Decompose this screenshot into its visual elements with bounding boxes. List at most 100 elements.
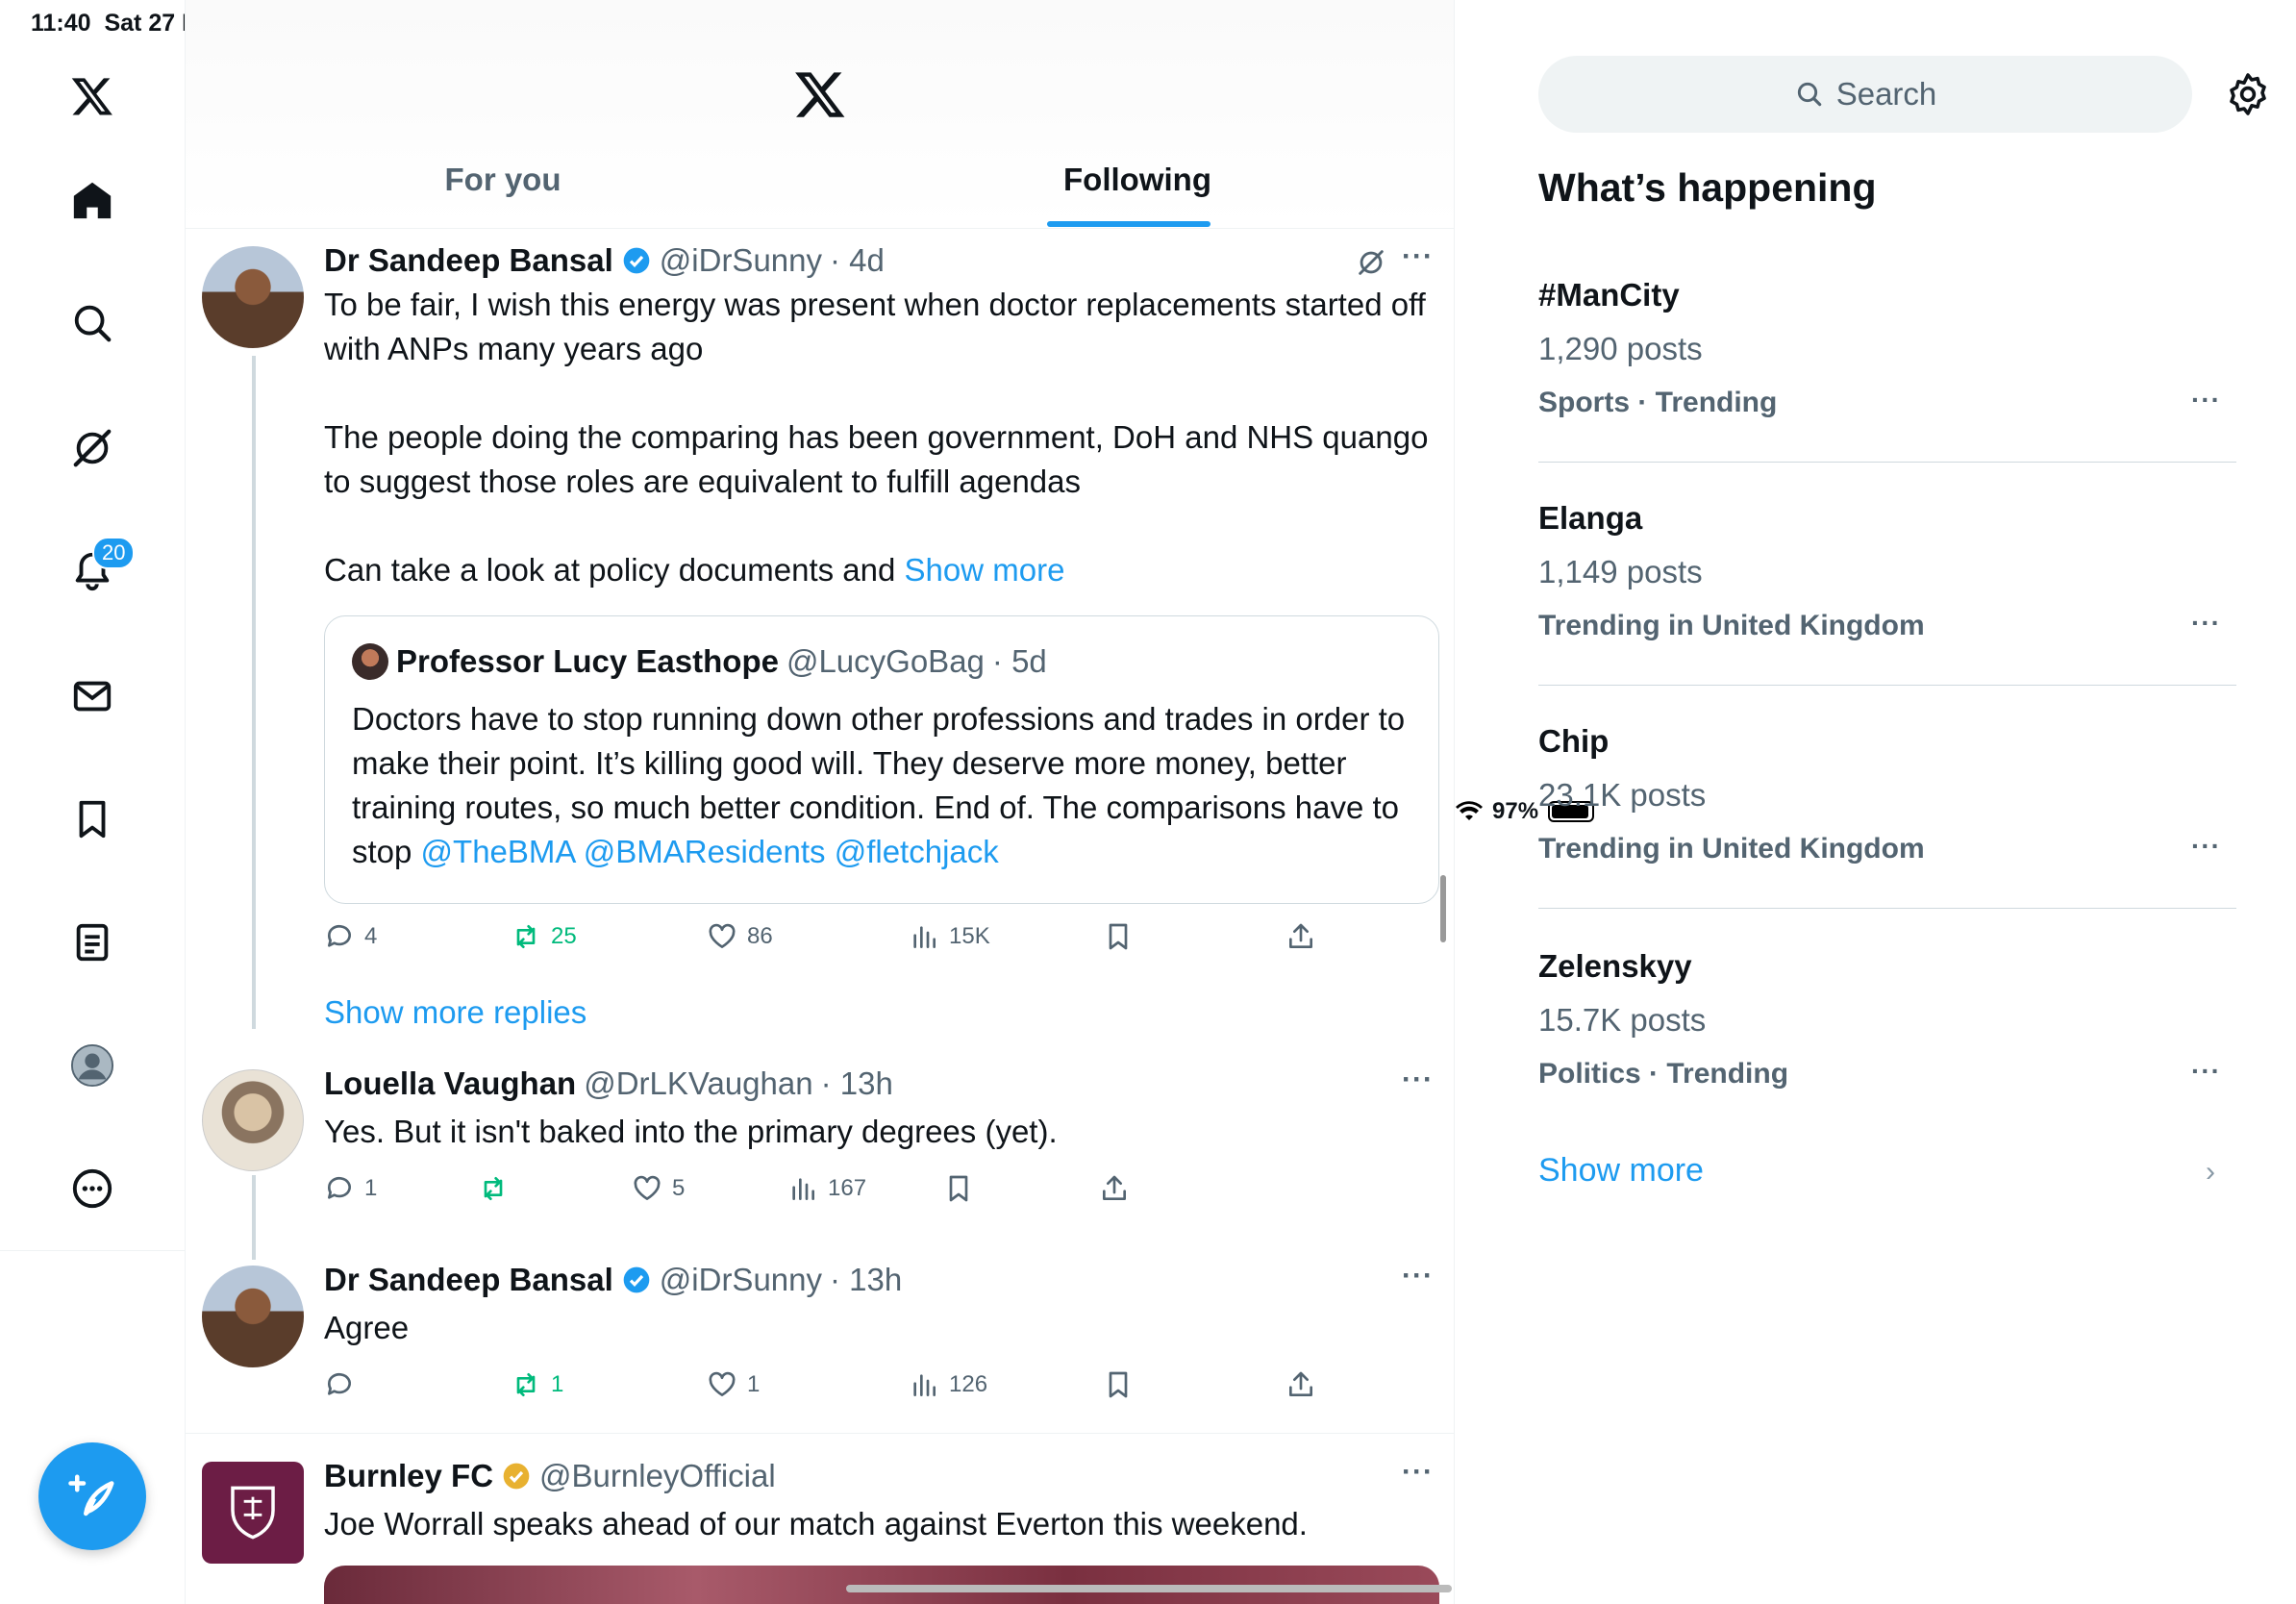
reply-button[interactable]: 1 [324, 1173, 377, 1204]
trend-context: Sports · Trending [1538, 387, 1778, 418]
trend-more-options-icon[interactable]: ··· [2191, 385, 2221, 415]
views-chart-icon [913, 1374, 936, 1396]
quote-mentions[interactable]: @TheBMA @BMAResidents @fletchjack [421, 834, 999, 869]
more-options-icon[interactable]: ··· [1402, 1260, 1434, 1292]
views-chart-icon [792, 1178, 814, 1200]
views-button[interactable]: 167 [787, 1173, 866, 1204]
reply-button[interactable]: 4 [324, 921, 377, 952]
more-options-icon[interactable]: ··· [1402, 240, 1434, 273]
messages-icon[interactable] [58, 662, 127, 731]
trend-context: Trending in United Kingdom [1538, 610, 1925, 641]
lists-icon[interactable] [58, 908, 127, 977]
trends-show-more-link[interactable]: Show more [1538, 1152, 1704, 1190]
bookmarks-icon[interactable] [58, 785, 127, 854]
grok-explain-icon[interactable] [1355, 246, 1387, 279]
reply-button[interactable] [324, 1369, 364, 1400]
trend-more-options-icon[interactable]: ··· [2191, 831, 2221, 862]
avatar[interactable] [202, 1069, 304, 1171]
grok-icon[interactable] [58, 414, 127, 483]
more-options-icon[interactable] [58, 1154, 127, 1223]
chevron-right-icon[interactable]: › [2206, 1156, 2215, 1189]
search-input[interactable]: Search [1538, 56, 2192, 133]
trend-post-count: 15.7K posts [1538, 1002, 1707, 1038]
settings-gear-icon[interactable] [2225, 71, 2271, 117]
trend-post-count: 1,149 posts [1538, 554, 1703, 589]
heart-icon [709, 923, 736, 948]
trend-post-count: 23.1K posts [1538, 777, 1707, 813]
author-handle[interactable]: @DrLKVaughan [584, 1065, 812, 1102]
bookmark-button[interactable] [943, 1173, 974, 1204]
x-logo-icon[interactable] [58, 62, 127, 131]
gold-verified-badge-icon [503, 1463, 530, 1490]
author-name[interactable]: Dr Sandeep Bansal [324, 1262, 613, 1298]
tab-following[interactable]: Following [820, 162, 1454, 198]
views-chart-icon [913, 926, 936, 948]
compose-post-button[interactable] [38, 1442, 146, 1550]
show-more-replies-link[interactable]: Show more replies [324, 994, 586, 1031]
quote-text: Doctors have to stop running down other … [352, 701, 1406, 869]
share-button[interactable] [1099, 1173, 1130, 1204]
trend-name: Zelenskyy [1538, 948, 1692, 984]
avatar[interactable] [202, 246, 304, 348]
trend-more-options-icon[interactable]: ··· [2191, 1056, 2221, 1087]
vertical-scrollbar[interactable] [1440, 875, 1446, 942]
trend-more-options-icon[interactable]: ··· [2191, 608, 2221, 639]
x-header-logo-icon [795, 72, 845, 117]
show-more-link[interactable]: Show more [905, 552, 1065, 588]
feather-plus-icon [68, 1474, 114, 1516]
share-icon [1103, 1175, 1126, 1200]
tweet[interactable]: Dr Sandeep Bansal @iDrSunny · 13h ··· Ag… [186, 1252, 1454, 1431]
author-name[interactable]: Dr Sandeep Bansal [324, 242, 613, 279]
author-name[interactable]: Burnley FC [324, 1458, 493, 1494]
quote-author-handle: @LucyGoBag [786, 643, 985, 679]
repost-icon [516, 1373, 536, 1396]
repost-button[interactable]: 25 [511, 921, 577, 952]
tweet-header: Dr Sandeep Bansal @iDrSunny · 13h [324, 1262, 902, 1298]
notifications-bell-icon[interactable]: 20 [58, 537, 136, 606]
tab-for-you[interactable]: For you [186, 162, 820, 198]
trend-name: #ManCity [1538, 277, 1680, 313]
trend-divider [1538, 462, 2236, 463]
home-indicator[interactable] [846, 1585, 1452, 1592]
author-handle[interactable]: @iDrSunny [660, 242, 822, 279]
tweet-header: Louella Vaughan @DrLKVaughan · 13h [324, 1065, 893, 1102]
bookmark-button[interactable] [1103, 1369, 1134, 1400]
like-button[interactable]: 86 [707, 921, 773, 952]
nav-divider [0, 1250, 186, 1251]
author-handle[interactable]: @iDrSunny [660, 1262, 822, 1298]
repost-button[interactable]: 1 [511, 1369, 563, 1400]
avatar[interactable] [202, 1462, 304, 1564]
tweet-actions: 1 1 126 [324, 1369, 1430, 1408]
tweet-time[interactable]: · 13h [830, 1262, 902, 1298]
tweet-text: Joe Worrall speaks ahead of our match ag… [324, 1506, 1308, 1541]
quoted-tweet[interactable]: Professor Lucy Easthope @LucyGoBag · 5d … [324, 615, 1439, 904]
tweet-time[interactable]: · 13h [821, 1065, 893, 1102]
more-options-icon[interactable]: ··· [1402, 1456, 1434, 1489]
quote-time: · 5d [991, 643, 1047, 679]
tweet-time[interactable]: · 4d [830, 242, 885, 279]
home-icon[interactable] [58, 165, 127, 235]
share-button[interactable] [1285, 1369, 1316, 1400]
bookmark-button[interactable] [1103, 921, 1134, 952]
author-name[interactable]: Louella Vaughan [324, 1065, 576, 1102]
bookmark-icon [1109, 1371, 1128, 1398]
views-button[interactable]: 126 [909, 1369, 987, 1400]
heart-icon [709, 1371, 736, 1396]
tweet-text: To be fair, I wish this energy was prese… [324, 287, 1429, 588]
views-button[interactable]: 15K [909, 921, 990, 952]
share-button[interactable] [1285, 921, 1316, 952]
search-placeholder: Search [1835, 76, 1937, 112]
tweet[interactable]: Louella Vaughan @DrLKVaughan · 13h ··· Y… [186, 1056, 1454, 1260]
avatar[interactable] [202, 1266, 304, 1367]
like-button[interactable]: 5 [632, 1173, 685, 1204]
explore-search-icon[interactable] [58, 288, 127, 358]
like-button[interactable]: 1 [707, 1369, 760, 1400]
author-handle[interactable]: @BurnleyOfficial [539, 1458, 776, 1494]
more-options-icon[interactable]: ··· [1402, 1064, 1434, 1096]
repost-button[interactable] [478, 1173, 518, 1204]
profile-avatar-icon[interactable] [58, 1031, 127, 1100]
tweet[interactable]: Dr Sandeep Bansal @iDrSunny · 4d ··· To … [186, 229, 1454, 1029]
tweet-actions: 4 25 86 15K [324, 921, 1430, 960]
search-icon [1797, 82, 1821, 107]
thread-line [252, 356, 256, 1029]
